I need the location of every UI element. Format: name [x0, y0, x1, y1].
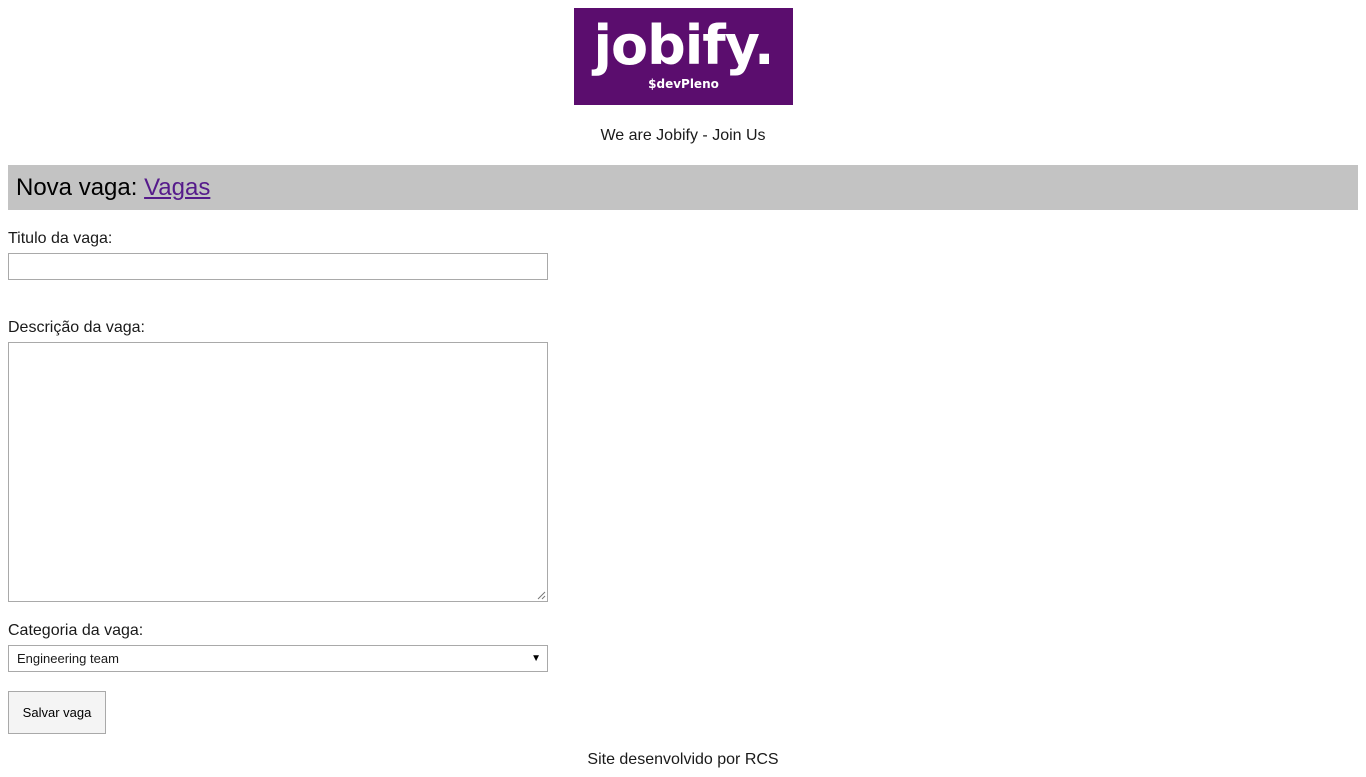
job-title-label: Titulo da vaga:	[8, 230, 113, 247]
job-description-textarea[interactable]	[8, 342, 548, 602]
logo-subtext: $devPleno	[648, 77, 719, 91]
job-description-label: Descrição da vaga:	[8, 319, 145, 336]
save-job-button[interactable]: Salvar vaga	[8, 691, 106, 734]
vagas-link[interactable]: Vagas	[144, 174, 210, 201]
job-category-select[interactable]: Engineering team ▼	[8, 645, 548, 672]
job-category-label: Categoria da vaga:	[8, 622, 144, 639]
footer-credit: Site desenvolvido por RCS	[587, 751, 779, 768]
page-title-prefix: Nova vaga:	[16, 174, 138, 201]
jobify-logo: jobify. $devPleno	[574, 8, 793, 105]
tagline: We are Jobify - Join Us	[600, 127, 766, 144]
job-title-input[interactable]	[8, 253, 548, 280]
resize-grip-icon[interactable]	[537, 591, 546, 600]
logo-wordmark: jobify.	[593, 14, 774, 77]
page-title: Nova vaga: Vagas	[8, 165, 1358, 210]
job-category-selected: Engineering team	[17, 651, 119, 666]
page-header-bar: Nova vaga: Vagas	[8, 165, 1358, 210]
chevron-down-icon: ▼	[531, 653, 541, 664]
